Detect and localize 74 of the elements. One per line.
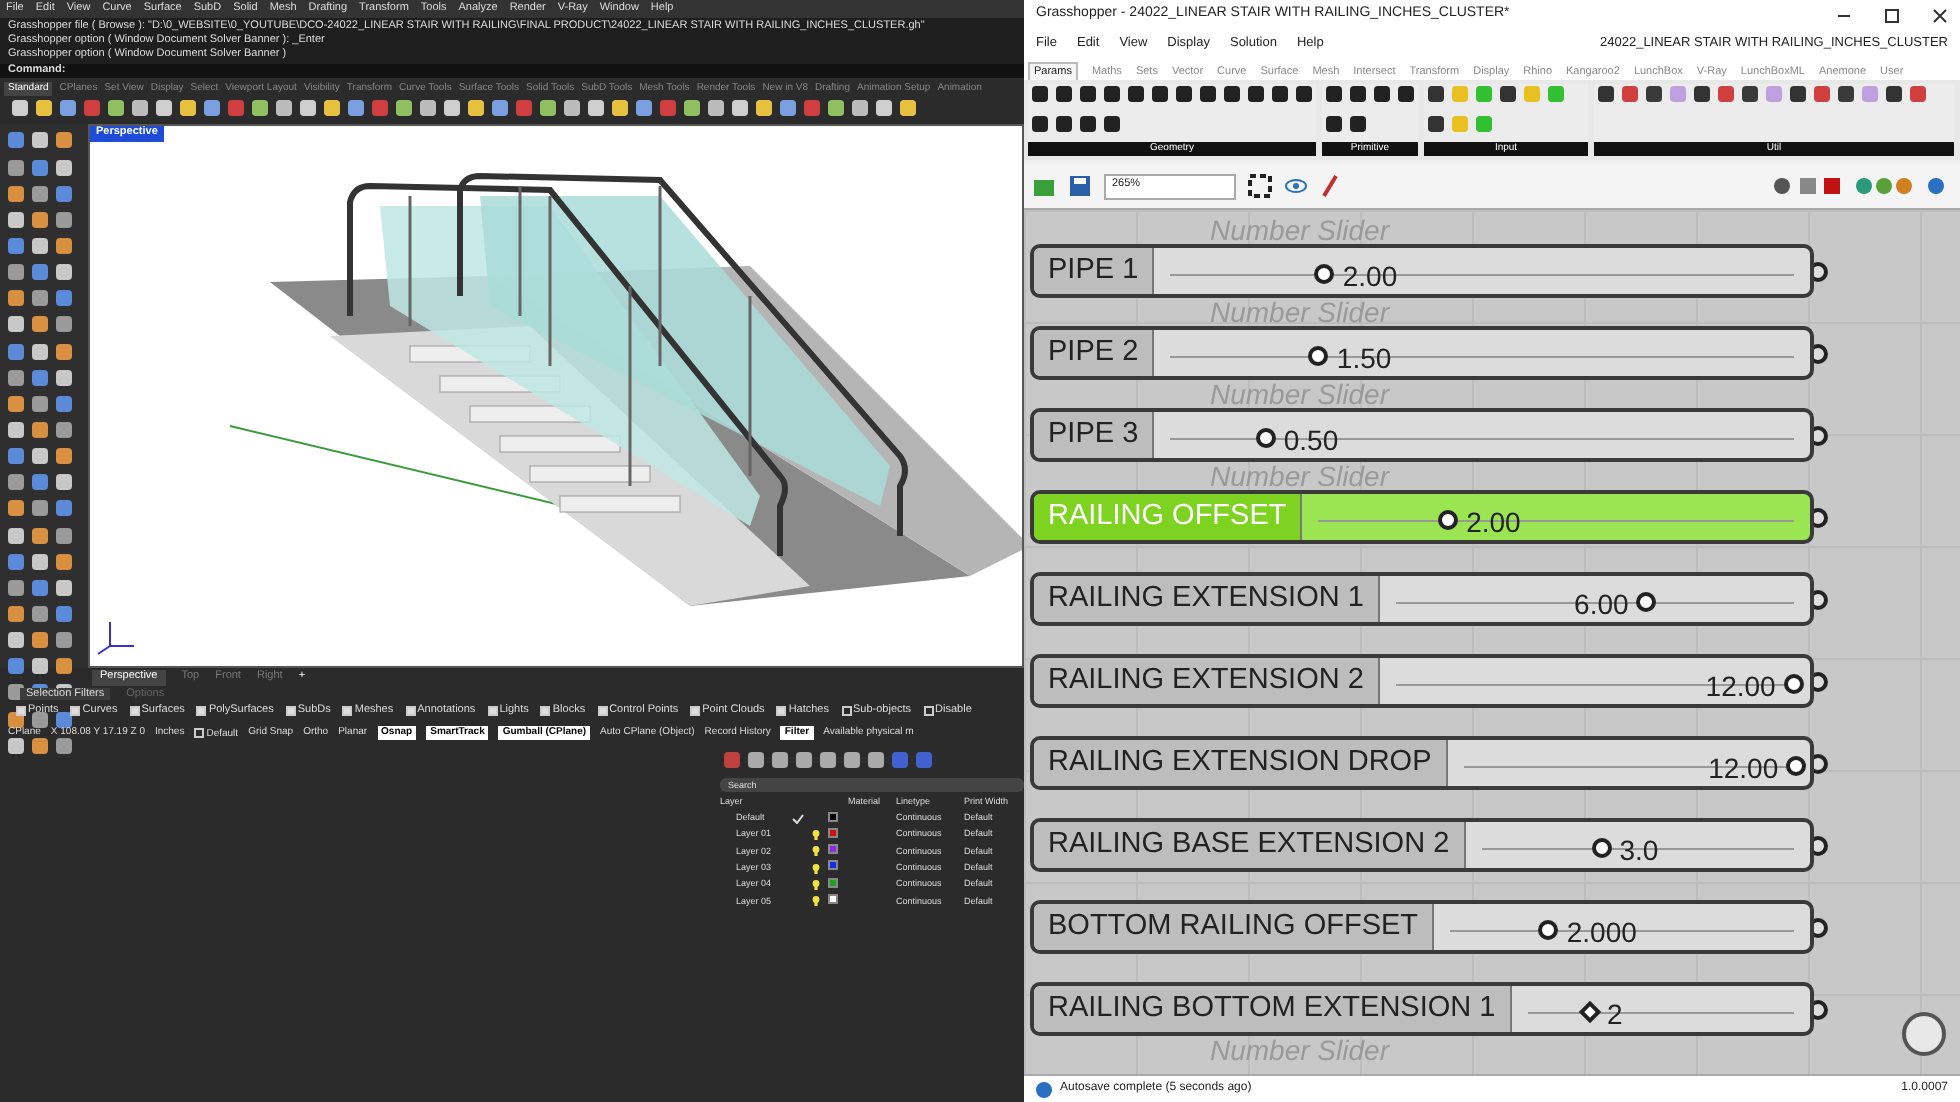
number-slider[interactable]: BOTTOM RAILING OFFSET 2.000: [1030, 900, 1814, 954]
layer-color-swatch[interactable]: [828, 844, 838, 855]
lightbulb-icon[interactable]: [812, 863, 820, 874]
checkbox[interactable]: [129, 705, 140, 716]
checkbox[interactable]: [923, 705, 934, 716]
slider-thumb[interactable]: [1255, 428, 1276, 448]
layer-color-swatch[interactable]: [828, 860, 838, 871]
slider-value: 2.00: [1342, 258, 1398, 296]
lightbulb-icon[interactable]: [812, 879, 820, 890]
slider-thumb[interactable]: [1308, 346, 1329, 366]
slider-thumb[interactable]: [1591, 838, 1612, 858]
number-slider[interactable]: PIPE 2 1.50: [1030, 326, 1814, 380]
layer-color-swatch[interactable]: [828, 811, 838, 822]
checkbox[interactable]: [487, 705, 498, 716]
checkbox[interactable]: [342, 705, 353, 716]
layer-color-swatch[interactable]: [828, 827, 838, 838]
lightbulb-icon[interactable]: [812, 830, 820, 840]
checkbox[interactable]: [597, 705, 608, 716]
slider-thumb[interactable]: [1577, 1000, 1601, 1024]
slider-value: 2: [1607, 996, 1623, 1034]
checkbox[interactable]: [196, 705, 207, 716]
info-icon: [1036, 1081, 1052, 1097]
slider-value: 0.50: [1283, 422, 1339, 460]
eye-icon[interactable]: [1284, 176, 1308, 196]
checkbox[interactable]: [841, 705, 851, 716]
maximize-icon[interactable]: [1884, 7, 1900, 23]
number-slider[interactable]: RAILING OFFSET 2.00: [1030, 490, 1814, 544]
checkbox[interactable]: [540, 705, 551, 716]
slider-value: 2.00: [1466, 504, 1521, 542]
number-slider[interactable]: RAILING EXTENSION DROP 12.00: [1030, 736, 1814, 790]
slider-thumb[interactable]: [1314, 264, 1335, 284]
checkbox[interactable]: [16, 705, 26, 716]
slider-label: PIPE 2: [1034, 330, 1155, 376]
slider-thumb[interactable]: [1438, 510, 1459, 530]
checkbox[interactable]: [70, 705, 81, 716]
slider-label: RAILING EXTENSION DROP: [1034, 740, 1448, 786]
lightbulb-icon[interactable]: [812, 896, 820, 907]
save-icon[interactable]: [1068, 174, 1092, 198]
number-slider[interactable]: PIPE 1 2.00: [1030, 244, 1814, 298]
checkbox[interactable]: [405, 705, 416, 716]
slider-value: 12.00: [1708, 750, 1779, 788]
slider-label: RAILING BASE EXTENSION 2: [1034, 822, 1466, 868]
slider-thumb[interactable]: [1538, 920, 1559, 940]
checkbox[interactable]: [285, 705, 296, 716]
slider-label: PIPE 1: [1034, 248, 1155, 294]
dial-icon: [1900, 1010, 1948, 1058]
slider-label: RAILING EXTENSION 2: [1034, 658, 1380, 704]
checkbox[interactable]: [690, 705, 701, 716]
close-icon[interactable]: [1932, 7, 1948, 23]
slider-value: 1.50: [1336, 340, 1392, 378]
zoom-extents-icon[interactable]: [1248, 174, 1272, 198]
checkbox[interactable]: [776, 705, 787, 716]
slider-value: 12.00: [1705, 668, 1776, 706]
layer-color-swatch[interactable]: [828, 894, 838, 905]
slider-label: RAILING OFFSET: [1034, 494, 1303, 540]
slider-label: BOTTOM RAILING OFFSET: [1034, 904, 1435, 950]
slider-value: 6.00: [1574, 586, 1629, 624]
slider-thumb[interactable]: [1786, 756, 1807, 776]
slider-label: RAILING BOTTOM EXTENSION 1: [1034, 986, 1512, 1032]
layer-color-swatch[interactable]: [828, 877, 838, 888]
slider-thumb[interactable]: [1636, 592, 1657, 612]
slider-value: 2.000: [1566, 914, 1637, 952]
lightbulb-icon[interactable]: [812, 846, 820, 857]
slider-label: PIPE 3: [1034, 412, 1155, 458]
slider-value: 3.0: [1619, 832, 1659, 870]
layer-swatch[interactable]: [194, 728, 205, 739]
number-slider[interactable]: RAILING BASE EXTENSION 2 3.0: [1030, 818, 1814, 872]
number-slider[interactable]: RAILING EXTENSION 2 12.00: [1030, 654, 1814, 708]
slider-label: RAILING EXTENSION 1: [1034, 576, 1380, 622]
number-slider[interactable]: RAILING EXTENSION 1 6.00: [1030, 572, 1814, 626]
number-slider[interactable]: RAILING BOTTOM EXTENSION 1 2: [1030, 982, 1814, 1036]
slider-thumb[interactable]: [1783, 674, 1804, 694]
axis-icon: [97, 621, 135, 656]
number-slider[interactable]: PIPE 3 0.50: [1030, 408, 1814, 462]
